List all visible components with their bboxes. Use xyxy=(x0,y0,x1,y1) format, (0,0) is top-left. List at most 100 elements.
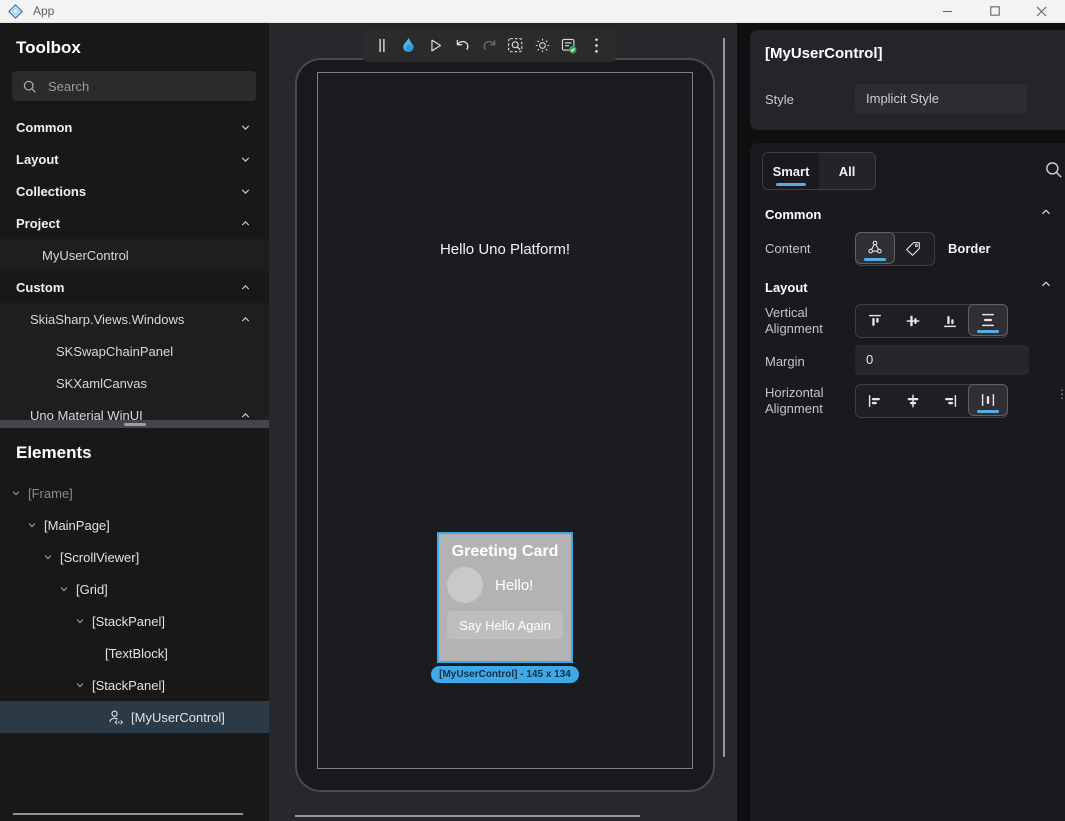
stretch-horizontal-icon xyxy=(979,391,997,409)
say-hello-again-button[interactable]: Say Hello Again xyxy=(447,611,563,639)
tab-smart[interactable]: Smart xyxy=(763,153,819,189)
toolbox-section-layout[interactable]: Layout xyxy=(0,143,269,175)
chevron-down-icon[interactable] xyxy=(239,185,252,198)
tree-row-textblock[interactable]: [TextBlock] xyxy=(0,637,269,669)
content-presenter-option[interactable] xyxy=(855,232,895,264)
margin-value-field[interactable]: 0 xyxy=(855,345,1029,375)
toolbox-item-skswapchainpanel[interactable]: SKSwapChainPanel xyxy=(0,335,269,367)
align-right-icon xyxy=(941,392,959,410)
horizontal-alignment-group xyxy=(855,384,1008,418)
valign-stretch-option[interactable] xyxy=(968,304,1008,336)
design-canvas[interactable]: Hello Uno Platform! Greeting Card Hello!… xyxy=(269,23,737,821)
minimize-button[interactable] xyxy=(924,0,971,22)
avatar-circle xyxy=(447,567,483,603)
toolbox-item-myusercontrol[interactable]: MyUserControl xyxy=(0,239,269,271)
align-bottom-icon xyxy=(941,312,959,330)
chevron-up-icon[interactable] xyxy=(239,217,252,230)
phone-frame: Hello Uno Platform! Greeting Card Hello!… xyxy=(295,58,715,792)
canvas-vertical-scrollbar[interactable] xyxy=(723,38,725,757)
content-tag-option[interactable] xyxy=(894,233,932,265)
chevron-down-icon[interactable] xyxy=(42,551,54,563)
tab-all[interactable]: All xyxy=(819,153,875,189)
alignment-more-icon[interactable]: ⋮ xyxy=(1056,392,1065,397)
close-button[interactable] xyxy=(1018,0,1065,22)
toolbox-group-skiasharp[interactable]: SkiaSharp.Views.Windows xyxy=(0,303,269,335)
drag-handle-icon[interactable] xyxy=(371,35,393,57)
halign-left-option[interactable] xyxy=(856,385,894,417)
tree-row-stackpanel-1[interactable]: [StackPanel] xyxy=(0,605,269,637)
toolbox-section-project[interactable]: Project xyxy=(0,207,269,239)
chevron-down-icon[interactable] xyxy=(74,615,86,627)
horizontal-alignment-label: Horizontal Alignment xyxy=(765,385,824,417)
tree-row-mainpage[interactable]: [MainPage] xyxy=(0,509,269,541)
align-vcenter-icon xyxy=(904,312,922,330)
splitter-handle-icon xyxy=(124,423,146,426)
chevron-up-icon[interactable] xyxy=(239,409,252,421)
chevron-up-icon[interactable] xyxy=(1039,205,1053,219)
chevron-up-icon[interactable] xyxy=(239,281,252,294)
chevron-down-icon[interactable] xyxy=(10,487,22,499)
tree-row-stackpanel-2[interactable]: [StackPanel] xyxy=(0,669,269,701)
toolbox-search-input[interactable]: Search xyxy=(12,71,256,101)
tree-row-myusercontrol-selected[interactable]: [MyUserControl] xyxy=(0,701,269,733)
halign-right-option[interactable] xyxy=(932,385,970,417)
undo-icon[interactable] xyxy=(451,35,473,57)
border-label: Border xyxy=(948,241,991,256)
toolbox-search-placeholder: Search xyxy=(48,79,89,94)
halign-stretch-option[interactable] xyxy=(968,384,1008,416)
halign-center-option[interactable] xyxy=(894,385,932,417)
style-value-field[interactable]: Implicit Style xyxy=(855,84,1027,114)
properties-search-icon[interactable] xyxy=(1043,159,1065,181)
hot-reload-flame-icon[interactable] xyxy=(398,35,420,57)
align-left-icon xyxy=(866,392,884,410)
canvas-horizontal-scrollbar[interactable] xyxy=(295,815,640,817)
selected-usercontrol[interactable]: Greeting Card Hello! Say Hello Again xyxy=(437,532,573,663)
minimize-icon xyxy=(942,6,953,17)
designer-toolbar xyxy=(362,29,616,62)
valign-top-option[interactable] xyxy=(856,305,894,337)
redo-icon[interactable] xyxy=(478,35,500,57)
chevron-up-icon[interactable] xyxy=(239,313,252,326)
valign-bottom-option[interactable] xyxy=(932,305,970,337)
panel-splitter[interactable] xyxy=(0,420,269,428)
toolbox-section-collections[interactable]: Collections xyxy=(0,175,269,207)
toolbox-panel: Toolbox Search Common Layout Collections xyxy=(0,23,269,420)
toolbox-section-custom[interactable]: Custom xyxy=(0,271,269,303)
chevron-down-icon[interactable] xyxy=(58,583,70,595)
style-label: Style xyxy=(765,92,794,107)
properties-panel: [MyUserControl] Style Implicit Style Sma… xyxy=(737,23,1065,821)
sidebar-scrollbar[interactable] xyxy=(13,813,243,815)
chevron-down-icon[interactable] xyxy=(239,153,252,166)
validation-check-icon[interactable] xyxy=(558,35,580,57)
more-icon[interactable] xyxy=(585,35,607,57)
canvas-textblock[interactable]: Hello Uno Platform! xyxy=(318,241,692,258)
align-top-icon xyxy=(866,312,884,330)
valign-center-option[interactable] xyxy=(894,305,932,337)
toolbox-title: Toolbox xyxy=(0,23,269,58)
chevron-down-icon[interactable] xyxy=(26,519,38,531)
margin-label: Margin xyxy=(765,354,805,370)
theme-toggle-sun-icon[interactable] xyxy=(532,35,554,57)
search-icon xyxy=(22,79,37,94)
properties-tabs: Smart All xyxy=(762,152,876,190)
phone-screen[interactable]: Hello Uno Platform! Greeting Card Hello!… xyxy=(317,72,693,769)
toolbox-item-skxamlcanvas[interactable]: SKXamlCanvas xyxy=(0,367,269,399)
tree-row-frame[interactable]: [Frame] xyxy=(0,477,269,509)
align-hcenter-icon xyxy=(904,392,922,410)
chevron-up-icon[interactable] xyxy=(1039,277,1053,291)
tag-icon xyxy=(904,240,922,258)
chevron-down-icon[interactable] xyxy=(239,121,252,134)
toolbox-section-common[interactable]: Common xyxy=(0,111,269,143)
maximize-button[interactable] xyxy=(971,0,1018,22)
tree-row-scrollviewer[interactable]: [ScrollViewer] xyxy=(0,541,269,573)
content-mode-toggle xyxy=(855,232,935,266)
selection-size-badge: [MyUserControl] - 145 x 134 xyxy=(431,666,579,683)
stretch-vertical-icon xyxy=(979,311,997,329)
pick-element-icon[interactable] xyxy=(505,35,527,57)
chevron-down-icon[interactable] xyxy=(74,679,86,691)
elements-panel: Elements [Frame] [MainPage] [ScrollViewe… xyxy=(0,428,269,821)
toolbox-group-uno-material[interactable]: Uno Material WinUI xyxy=(0,399,269,420)
play-icon[interactable] xyxy=(425,35,447,57)
greeting-text: Hello! xyxy=(495,577,533,594)
tree-row-grid[interactable]: [Grid] xyxy=(0,573,269,605)
